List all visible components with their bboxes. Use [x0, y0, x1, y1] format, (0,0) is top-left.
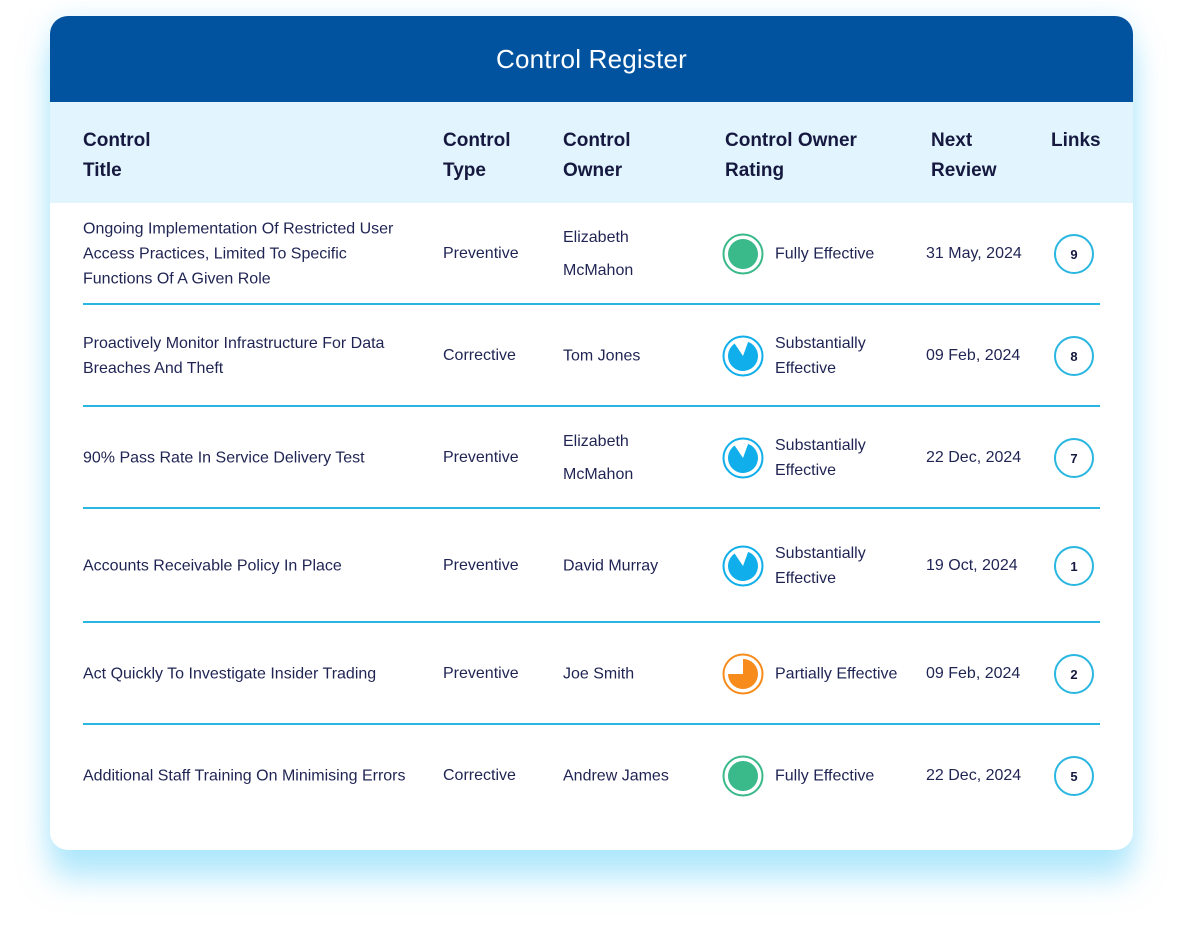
rating-label: Substantially Effective	[775, 545, 866, 587]
rating-label: Substantially Effective	[775, 335, 866, 377]
header-line: Review	[931, 160, 997, 181]
control-title[interactable]: Act Quickly To Investigate Insider Tradi…	[83, 662, 413, 687]
control-title[interactable]: Accounts Receivable Policy In Place	[83, 554, 413, 579]
column-header-type[interactable]: Control Type	[443, 126, 511, 186]
next-review-date: 09 Feb, 2024	[926, 665, 1021, 682]
rating-label: Fully Effective	[775, 245, 875, 263]
full-circle-icon	[722, 233, 764, 275]
header-line: Links	[1051, 130, 1101, 151]
header-line: Control Owner	[725, 130, 857, 151]
rating-label: Substantially Effective	[775, 437, 866, 479]
control-owner: Elizabeth McMahon	[563, 433, 634, 483]
column-header-owner[interactable]: Control Owner	[563, 126, 631, 186]
rating-fill	[727, 341, 758, 371]
rating-label: Partially Effective	[775, 665, 898, 683]
control-type: Corrective	[443, 347, 516, 364]
table-row[interactable]: 90% Pass Rate In Service Delivery Test P…	[50, 407, 1133, 509]
header-line: Title	[83, 160, 122, 181]
links-count-button[interactable]: 1	[1054, 546, 1094, 586]
table-row[interactable]: Accounts Receivable Policy In Place Prev…	[50, 509, 1133, 623]
table-row[interactable]: Ongoing Implementation Of Restricted Use…	[50, 203, 1133, 305]
control-title[interactable]: Ongoing Implementation Of Restricted Use…	[83, 217, 413, 292]
pie-three-quarter-icon	[722, 653, 764, 695]
column-header-title[interactable]: Control Title	[83, 126, 151, 186]
column-header-review[interactable]: Next Review	[931, 126, 996, 186]
card-title: Control Register	[50, 16, 1133, 102]
rating-fill	[728, 659, 758, 689]
header-line: Control	[443, 130, 511, 151]
rating-fill	[728, 761, 758, 791]
control-title[interactable]: 90% Pass Rate In Service Delivery Test	[83, 446, 413, 471]
table-row[interactable]: Act Quickly To Investigate Insider Tradi…	[50, 623, 1133, 725]
rating-label: Fully Effective	[775, 767, 875, 785]
control-type: Preventive	[443, 665, 519, 682]
control-owner: Elizabeth McMahon	[563, 229, 634, 279]
column-header-rating[interactable]: Control Owner Rating	[725, 126, 857, 186]
rating-fill	[727, 551, 758, 581]
links-count-button[interactable]: 9	[1054, 234, 1094, 274]
links-count-button[interactable]: 2	[1054, 654, 1094, 694]
control-register-card: Control Register Control Title Control Typ…	[50, 16, 1133, 850]
control-type: Preventive	[443, 557, 519, 574]
table-header: Control Title Control Type Control Owner Co…	[50, 102, 1133, 203]
next-review-date: 22 Dec, 2024	[926, 449, 1022, 466]
control-type: Preventive	[443, 449, 519, 466]
header-line: Control	[563, 130, 631, 151]
header-line: Control	[83, 130, 151, 151]
next-review-date: 19 Oct, 2024	[926, 557, 1018, 574]
pie-three-quarter-icon	[722, 437, 764, 479]
header-line: Next	[931, 130, 973, 151]
rating-fill	[728, 239, 758, 269]
full-circle-icon	[722, 755, 764, 797]
pie-three-quarter-icon	[722, 545, 764, 587]
pie-three-quarter-icon	[722, 335, 764, 377]
control-owner: Joe Smith	[563, 665, 635, 683]
header-line: Owner	[563, 160, 623, 181]
links-count-button[interactable]: 7	[1054, 438, 1094, 478]
control-type: Preventive	[443, 245, 519, 262]
links-count-button[interactable]: 8	[1054, 336, 1094, 376]
links-count-button[interactable]: 5	[1054, 756, 1094, 796]
header-line: Type	[443, 160, 486, 181]
header-line: Rating	[725, 160, 785, 181]
table-row[interactable]: Proactively Monitor Infrastructure For D…	[50, 305, 1133, 407]
column-header-links[interactable]: Links	[1051, 126, 1101, 156]
control-title[interactable]: Proactively Monitor Infrastructure For D…	[83, 331, 413, 381]
control-owner: David Murray	[563, 557, 659, 575]
table-row[interactable]: Additional Staff Training On Minimising …	[50, 725, 1133, 827]
next-review-date: 22 Dec, 2024	[926, 767, 1022, 784]
rating-fill	[727, 443, 758, 473]
next-review-date: 31 May, 2024	[926, 245, 1022, 262]
control-title[interactable]: Additional Staff Training On Minimising …	[83, 764, 413, 789]
control-type: Corrective	[443, 767, 516, 784]
control-owner: Andrew James	[563, 767, 669, 785]
control-owner: Tom Jones	[563, 347, 641, 365]
next-review-date: 09 Feb, 2024	[926, 347, 1021, 364]
